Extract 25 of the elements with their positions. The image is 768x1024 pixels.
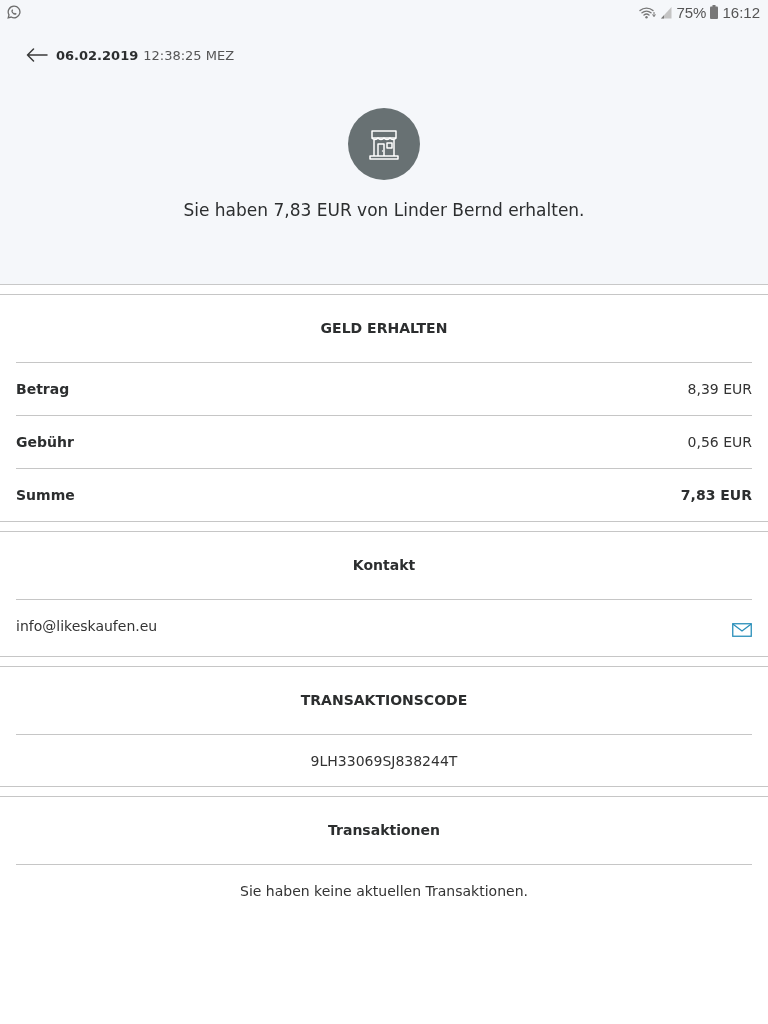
section-title: Transaktionen: [327, 821, 441, 840]
transaction-time: 12:38:25 MEZ: [143, 47, 235, 63]
envelope-icon[interactable]: [732, 623, 752, 637]
wifi-icon: [639, 5, 657, 19]
transaction-date: 06.02.2019: [56, 47, 139, 63]
chat-bubble-icon: [7, 5, 21, 19]
section-title: Kontakt: [351, 556, 417, 575]
back-arrow-icon[interactable]: [26, 48, 48, 62]
battery-icon: [710, 5, 719, 19]
signal-icon: [660, 5, 673, 19]
empty-message: Sie haben keine aktuellen Transaktionen.: [240, 883, 528, 899]
amount-value: 0,56 EUR: [687, 434, 752, 450]
amount-label: Summe: [16, 487, 75, 503]
amount-label: Gebühr: [16, 434, 74, 450]
clock-time: 16:12: [722, 3, 760, 21]
amount-value: 8,39 EUR: [687, 381, 752, 397]
amount-label: Betrag: [16, 381, 70, 397]
received-message: Sie haben 7,83 EUR von Linder Bernd erhalten.: [183, 199, 585, 222]
battery-percentage: 75%: [676, 3, 707, 21]
section-title: GELD ERHALTEN: [319, 319, 449, 338]
email-address: info@likeskaufen.eu: [16, 617, 158, 634]
amount-value: 7,83 EUR: [680, 487, 752, 503]
transaction-code: 9LH33069SJ838244T: [310, 752, 458, 769]
store-icon: [348, 108, 420, 180]
section-title: TRANSAKTIONSCODE: [299, 691, 469, 710]
